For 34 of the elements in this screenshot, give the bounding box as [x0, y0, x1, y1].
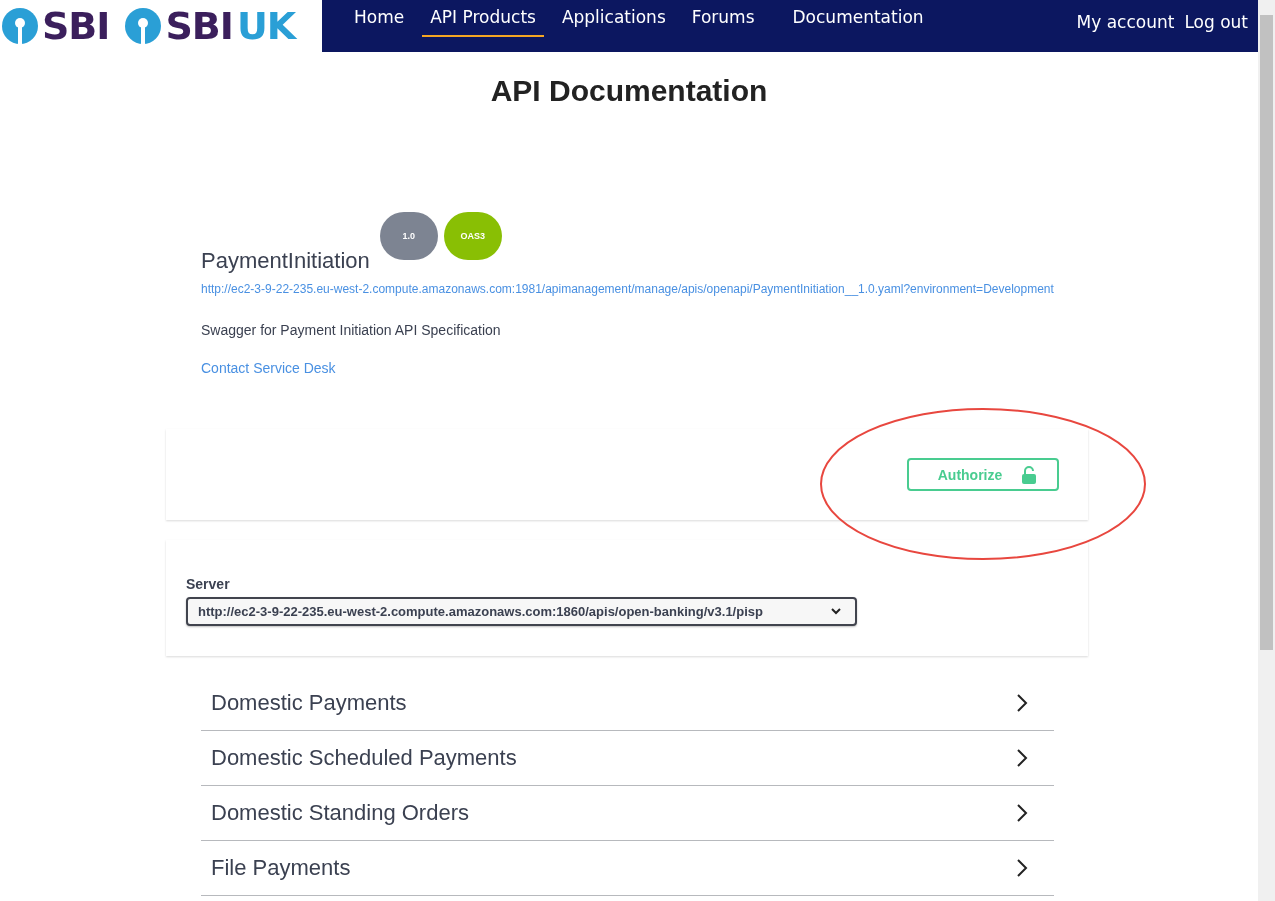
logo-text: SBI [42, 4, 110, 48]
chevron-right-icon [1016, 858, 1028, 878]
section-header[interactable]: Domestic Standing Orders [201, 786, 1054, 841]
chevron-right-icon [1016, 803, 1028, 823]
version-tag: 1.0 [379, 212, 438, 260]
api-description: Swagger for Payment Initiation API Specification [201, 322, 502, 338]
account-link[interactable]: Log out [1184, 12, 1248, 32]
nav-link[interactable]: Documentation [784, 0, 932, 37]
section-title: Domestic Payments [211, 690, 407, 716]
section-header[interactable]: File Payments [201, 841, 1054, 896]
section-title: File Payments [211, 855, 351, 881]
chevron-right-icon [1016, 693, 1028, 713]
section-header[interactable]: Domestic Payments [201, 676, 1054, 731]
logo-text: UK [236, 4, 296, 48]
section-header[interactable]: Domestic Scheduled Payments [201, 731, 1054, 786]
version-tag: OAS3 [443, 212, 502, 260]
nav-link[interactable]: API Products [422, 0, 544, 37]
account-link[interactable]: My account [1076, 12, 1175, 32]
server-label: Server [186, 576, 231, 592]
server-select[interactable]: http://ec2-3-9-22-235.eu-west-2.compute.amazonaws.com:1860/apis/open-banking/v3.1/pisp [186, 597, 857, 626]
lock-icon [1022, 465, 1037, 484]
section-title: Domestic Scheduled Payments [211, 745, 517, 771]
scrollbar[interactable] [1258, 0, 1275, 901]
chevron-down-icon [831, 608, 841, 615]
page-title: API Documentation [489, 74, 769, 109]
scrollbar-thumb[interactable] [1260, 15, 1273, 650]
api-title: PaymentInitiation [201, 248, 370, 274]
nav-link[interactable]: Forums [683, 0, 763, 37]
chevron-right-icon [1016, 748, 1028, 768]
logo-text: SBI [165, 4, 233, 48]
section-title: Domestic Standing Orders [211, 800, 469, 826]
nav-link[interactable]: Applications [553, 0, 674, 37]
nav-link[interactable]: Home [346, 0, 413, 37]
logo-icon [125, 8, 162, 44]
